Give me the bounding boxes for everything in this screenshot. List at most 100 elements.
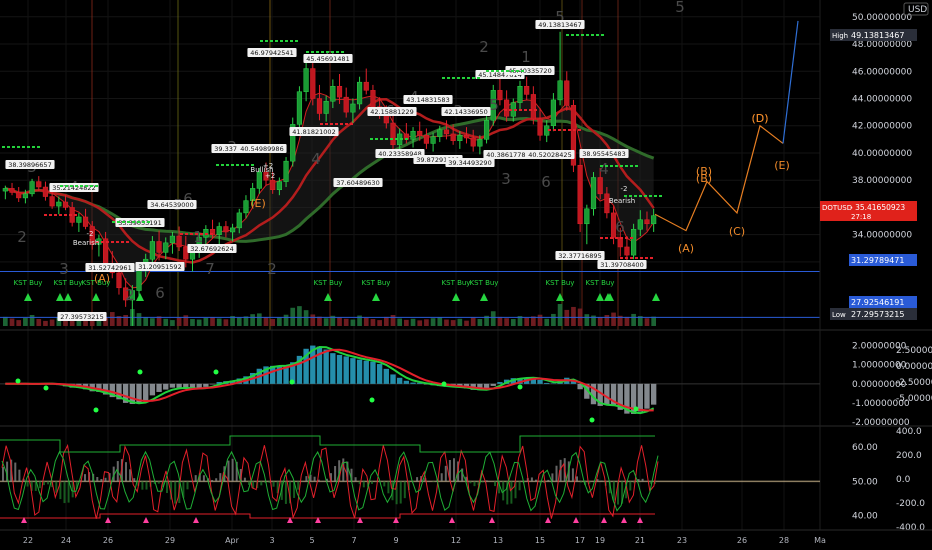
volume-bar xyxy=(524,317,530,326)
price-label: 27.39573215 xyxy=(60,313,103,321)
price-label: 35.21424822 xyxy=(52,184,95,192)
candle-body xyxy=(323,100,329,114)
currency-label: USD xyxy=(908,5,927,15)
momentum-bar xyxy=(194,475,197,482)
momentum-bar xyxy=(186,481,189,490)
kst-buy-arrow xyxy=(136,293,144,301)
momentum-tick-right: -200.0 xyxy=(896,499,925,509)
volume-bar xyxy=(584,314,590,326)
price-label: 43.14831583 xyxy=(406,96,449,104)
osc-tick-right: -2.50000000 xyxy=(896,378,932,388)
momentum-marker xyxy=(601,517,607,523)
time-tick: 23 xyxy=(677,536,687,545)
price-label: 38.95545483 xyxy=(582,150,625,158)
osc-tick-right: -5.00000000 xyxy=(896,394,932,404)
osc-histogram-bar xyxy=(604,383,610,405)
volume-bar xyxy=(571,306,576,326)
momentum-bar xyxy=(26,481,29,487)
candle-body xyxy=(430,136,436,144)
candle-body xyxy=(16,192,22,199)
wave-label: (D) xyxy=(751,112,768,125)
candle-body xyxy=(156,241,162,253)
signal-text: -2 xyxy=(621,185,628,193)
momentum-bar xyxy=(530,477,533,482)
volume-bar xyxy=(564,309,570,326)
price-label: 34.64539000 xyxy=(150,201,193,209)
candle-body xyxy=(390,122,396,146)
signal-text: +2 xyxy=(263,162,273,170)
wave-label: 2 xyxy=(17,228,27,246)
time-tick: 5 xyxy=(309,536,314,545)
price-tick: 46.00000000 xyxy=(852,67,912,77)
momentum-bar xyxy=(313,476,316,482)
candle-body xyxy=(410,130,416,140)
candle-body xyxy=(56,201,62,207)
price-axis[interactable]: 50.00000000 48.00000000 46.00000000 44.0000… xyxy=(820,2,929,320)
volume-bar xyxy=(337,317,342,326)
volume-bar xyxy=(510,319,516,326)
wave-label: (B) xyxy=(696,165,712,178)
time-tick: 15 xyxy=(535,536,545,545)
osc-cross-dot xyxy=(137,369,143,375)
momentum-bar xyxy=(453,458,455,482)
time-tick: Apr xyxy=(225,536,240,545)
price-label: 38.39896657 xyxy=(8,161,51,169)
momentum-step-green xyxy=(0,435,655,453)
volume-bar xyxy=(223,319,229,326)
candle-body xyxy=(316,98,323,114)
time-tick: 9 xyxy=(393,536,398,545)
momentum-bar xyxy=(518,481,521,491)
wave-label: 6 xyxy=(615,218,625,236)
time-tick: 29 xyxy=(165,536,175,545)
momentum-bar xyxy=(600,480,603,482)
volume-bar xyxy=(457,318,463,326)
osc-histogram-bar xyxy=(490,383,496,386)
candle-body xyxy=(504,99,510,117)
high-tag-value: 49.13813467 xyxy=(851,31,904,40)
candle-body xyxy=(116,272,122,289)
price-tick: 40.00000000 xyxy=(852,149,912,159)
momentum-bar xyxy=(231,458,234,482)
price-label: 45.40335720 xyxy=(508,67,551,75)
momentum-bar xyxy=(96,477,99,482)
momentum-bar xyxy=(38,481,41,489)
momentum-tick-right: 400.0 xyxy=(896,427,922,437)
kst-buy-arrow xyxy=(452,293,460,301)
momentum-bar xyxy=(547,479,550,482)
volume-bar xyxy=(631,313,636,326)
wave-label: (C) xyxy=(729,225,745,238)
candle-body xyxy=(169,235,176,244)
price-label: 37.60489630 xyxy=(336,179,379,187)
momentum-bar xyxy=(67,481,70,503)
time-axis[interactable]: 22 24 26 29 Apr 3 5 7 9 12 13 15 17 19 21 23 26 28 Ma xyxy=(0,529,932,545)
volume-bar xyxy=(430,318,436,326)
volume-bar xyxy=(277,317,282,326)
momentum-bar xyxy=(362,481,365,488)
wave-label: 4 xyxy=(311,150,321,168)
volume-bar xyxy=(557,304,563,326)
price-label: 40.52028425 xyxy=(528,151,571,159)
momentum-bar xyxy=(469,481,472,484)
kst-buy-label: KST Buy xyxy=(546,279,575,287)
osc-histogram-bar xyxy=(156,383,162,392)
kst-buy-label: KST Buy xyxy=(470,279,499,287)
momentum-bar xyxy=(215,478,218,482)
candle-body xyxy=(183,246,189,260)
momentum-bar xyxy=(494,481,496,487)
candle-body xyxy=(296,91,303,125)
osc-histogram-bar xyxy=(330,353,336,384)
wave-label: 4 xyxy=(599,160,609,178)
momentum-bar xyxy=(104,477,107,482)
momentum-bar xyxy=(387,481,390,494)
volume-bar xyxy=(497,316,503,326)
kst-buy-label: KST Buy xyxy=(314,279,343,287)
momentum-bar xyxy=(211,479,214,482)
candle-body xyxy=(343,96,349,113)
low-tag-value: 27.29573215 xyxy=(851,310,904,319)
momentum-marker xyxy=(545,517,551,523)
momentum-marker xyxy=(105,517,111,523)
momentum-marker xyxy=(621,517,627,523)
momentum-bar xyxy=(440,473,443,482)
wave-label: (E) xyxy=(774,159,790,172)
osc-histogram-bar xyxy=(350,358,356,384)
